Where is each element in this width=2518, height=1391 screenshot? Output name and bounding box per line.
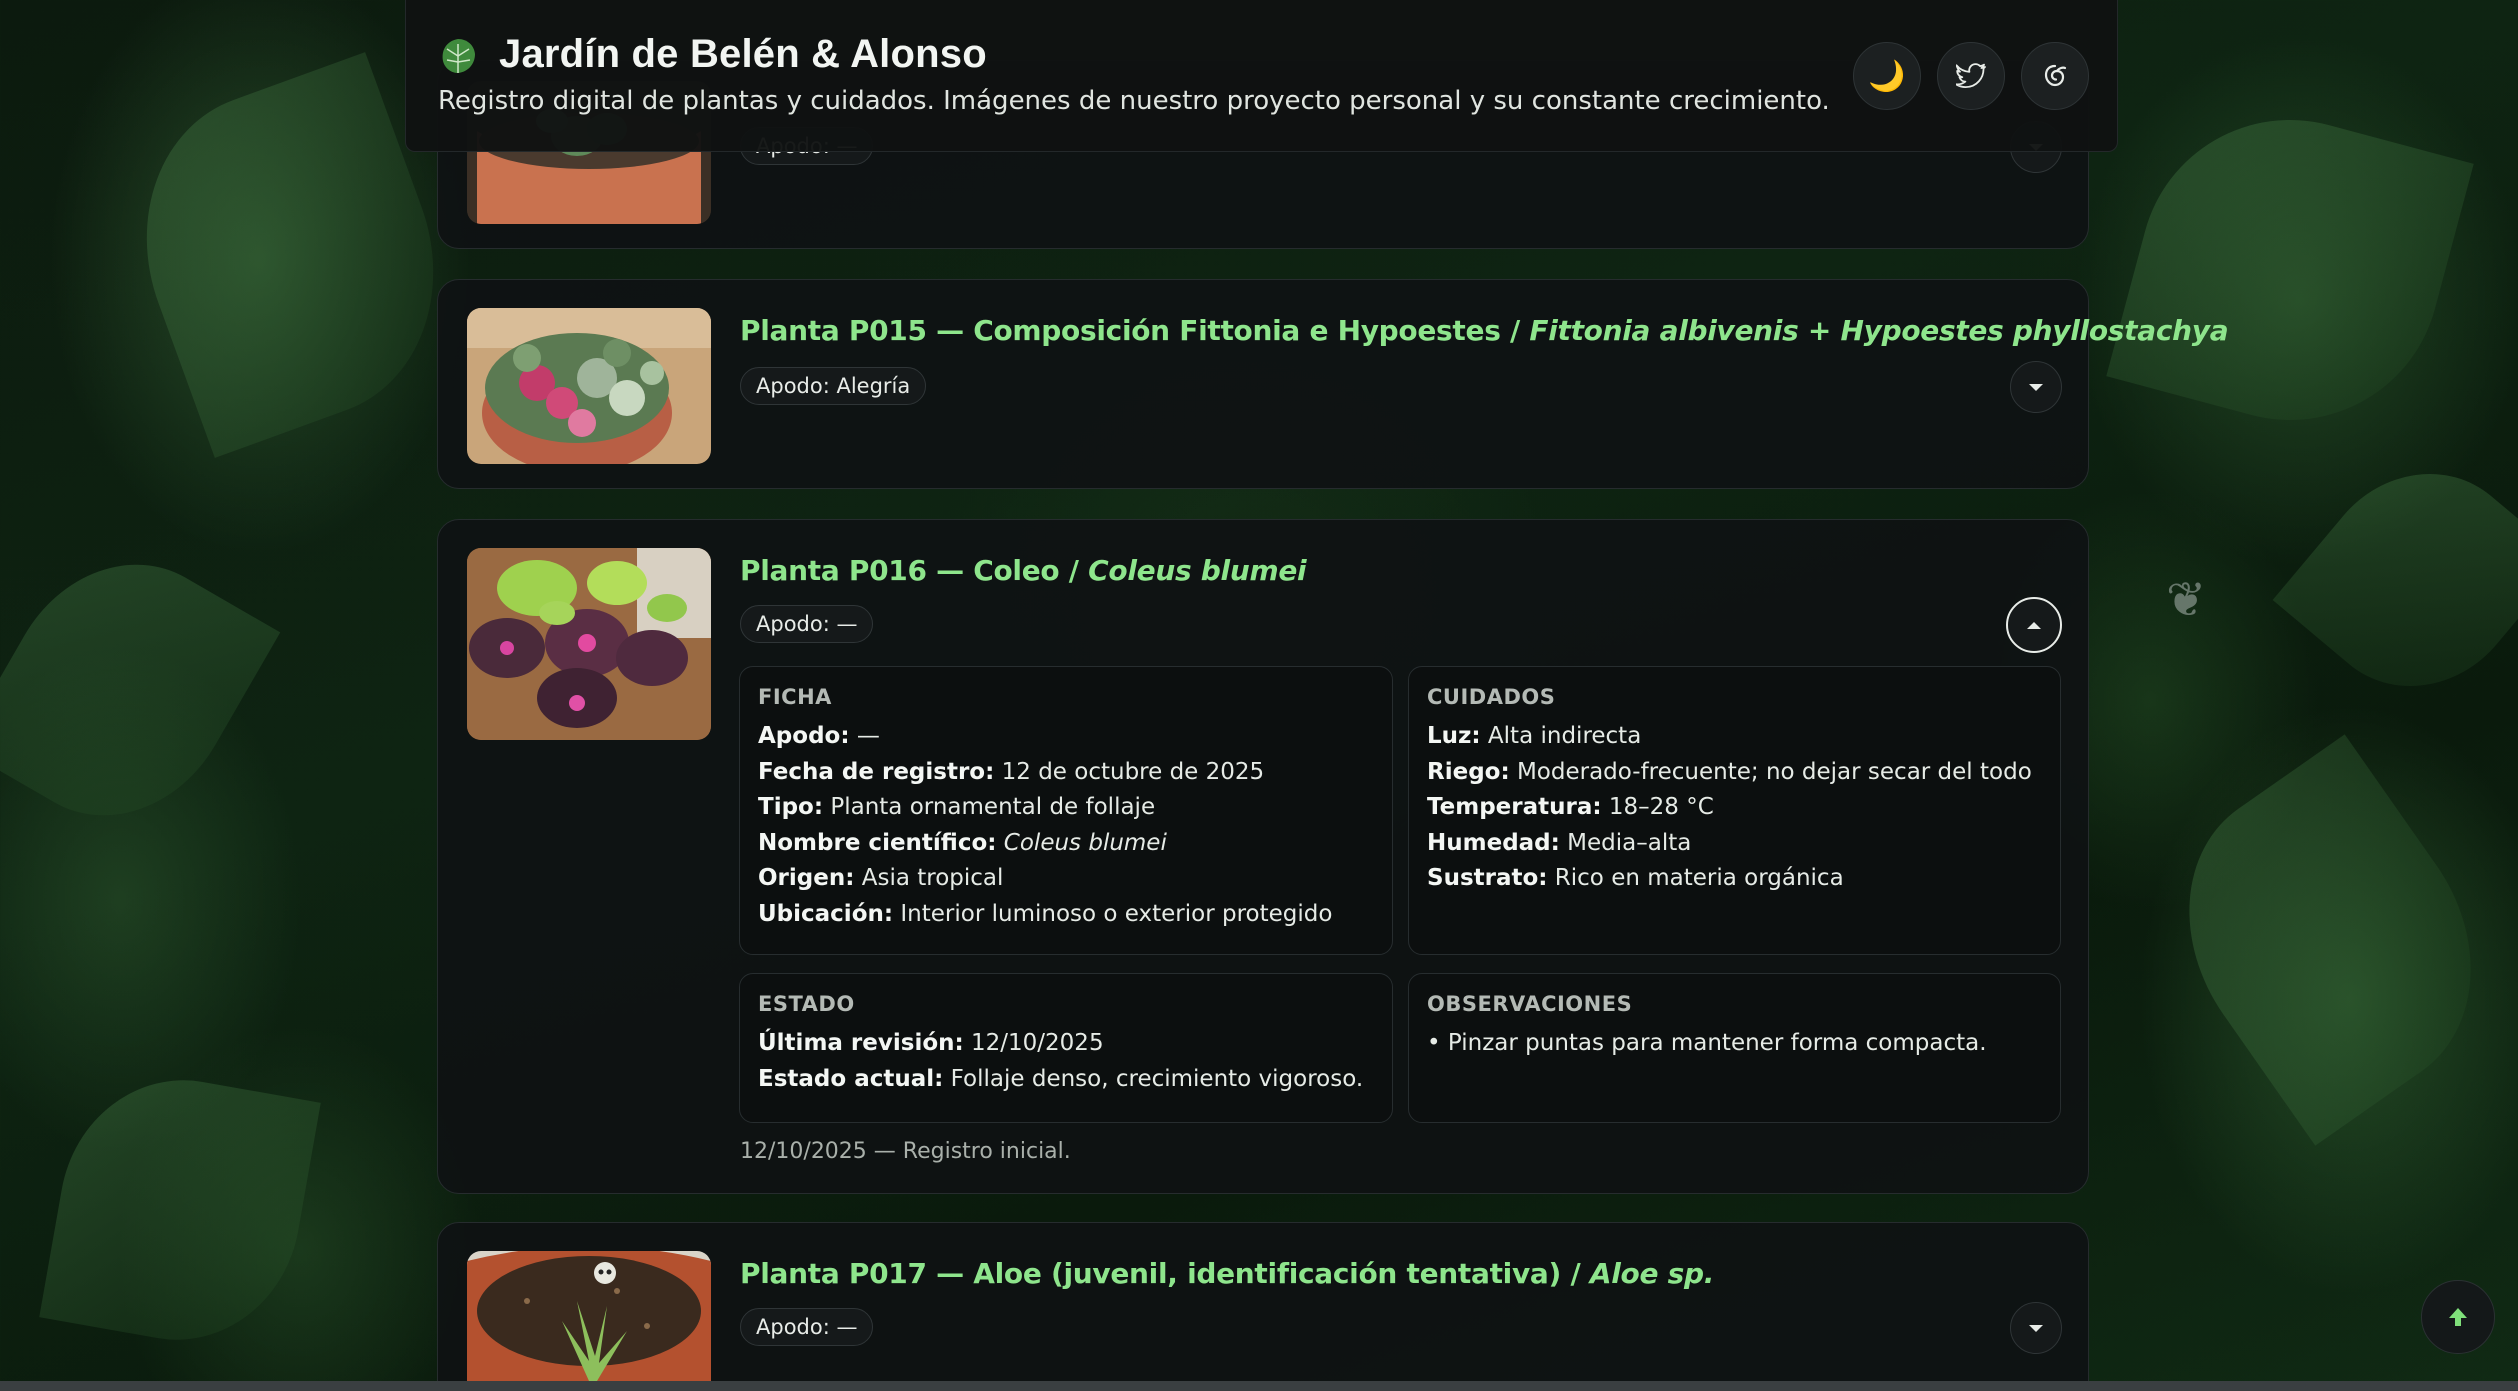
ficha-row: Fecha de registro: 12 de octubre de 2025 <box>758 758 1265 785</box>
cuidados-row: Luz: Alta indirecta <box>1427 723 1642 749</box>
cuidados-row: Temperatura: 18–28 °C <box>1427 794 1714 820</box>
collapse-toggle-button[interactable] <box>2006 597 2062 653</box>
page-title: Jardín de Belén & Alonso <box>499 32 987 76</box>
background-leaf <box>2272 431 2518 729</box>
chevron-down-icon <box>2029 383 2043 391</box>
plant-title: Planta P015 — Composición Fittonia e Hyp… <box>740 314 2229 347</box>
ficha-row: Tipo: Planta ornamental de follaje <box>758 794 1156 820</box>
plant-card-p017: Planta P017 — Aloe (juvenil, identificac… <box>437 1222 2089 1391</box>
chevron-up-icon <box>2027 621 2041 629</box>
ficha-panel: FICHA Apodo: — Fecha de registro: 12 de … <box>739 666 1393 955</box>
panel-heading: OBSERVACIONES <box>1427 992 1633 1016</box>
background-leaf <box>39 1061 321 1359</box>
expand-toggle-button[interactable] <box>2010 361 2062 413</box>
scientific-name: Fittonia albivenis + Hypoestes phyllosta… <box>1529 314 2229 347</box>
horizontal-scrollbar[interactable] <box>0 1381 2518 1391</box>
ficha-row: Ubicación: Interior luminoso o exterior … <box>758 900 1333 927</box>
cuidados-panel: CUIDADOS Luz: Alta indirecta Riego: Mode… <box>1408 666 2061 955</box>
scientific-name: Aloe sp. <box>1589 1257 1715 1290</box>
cuidados-row: Sustrato: Rico en materia orgánica <box>1427 865 1844 891</box>
panel-heading: FICHA <box>758 685 832 709</box>
panel-heading: CUIDADOS <box>1427 685 1556 709</box>
twitter-icon <box>1956 63 1986 88</box>
observation-item: • Pinzar puntas para mantener forma comp… <box>1427 1030 1987 1056</box>
plant-thumbnail[interactable] <box>467 1251 711 1391</box>
plant-thumbnail[interactable] <box>467 308 711 464</box>
chevron-down-icon <box>2029 1324 2043 1332</box>
back-to-top-button[interactable] <box>2421 1280 2495 1354</box>
observaciones-panel: OBSERVACIONES • Pinzar puntas para mante… <box>1408 973 2061 1123</box>
estado-row: Estado actual: Follaje denso, crecimient… <box>758 1065 1364 1092</box>
bluesky-button[interactable] <box>2021 42 2089 110</box>
scientific-name: Coleus blumei <box>1088 554 1307 587</box>
plant-thumbnail[interactable] <box>467 548 711 740</box>
ficha-row: Nombre científico: Coleus blumei <box>758 829 1167 856</box>
apodo-badge: Apodo: — <box>740 605 874 643</box>
plant-title: Planta P016 — Coleo / Coleus blumei <box>740 554 1307 587</box>
panel-heading: ESTADO <box>758 992 855 1016</box>
site-header: Jardín de Belén & Alonso Registro digita… <box>405 0 2118 152</box>
cuidados-row: Humedad: Media–alta <box>1427 829 1692 856</box>
background-leaf <box>0 522 281 858</box>
monstera-watermark-icon: ❦ <box>2166 572 2207 628</box>
background-leaf <box>2106 86 2474 454</box>
plant-card-p015: Planta P015 — Composición Fittonia e Hyp… <box>437 279 2229 489</box>
monstera-leaf-icon <box>438 36 478 83</box>
background-leaf <box>2131 734 2518 1146</box>
apodo-badge: Apodo: — <box>740 1308 874 1346</box>
expand-toggle-button[interactable] <box>2010 1302 2062 1354</box>
estado-row: Última revisión: 12/10/2025 <box>758 1030 1104 1056</box>
history-log: 12/10/2025 — Registro inicial. <box>740 1139 1071 1164</box>
ficha-row: Apodo: — <box>758 723 880 749</box>
twitter-button[interactable] <box>1937 42 2005 110</box>
plant-title: Planta P017 — Aloe (juvenil, identificac… <box>740 1257 1715 1290</box>
arrow-up-icon <box>2449 1308 2467 1326</box>
theme-toggle-button[interactable]: 🌙 <box>1853 42 1921 110</box>
cuidados-row: Riego: Moderado-frecuente; no dejar seca… <box>1427 758 2032 785</box>
ficha-row: Origen: Asia tropical <box>758 865 1004 891</box>
page-subtitle: Registro digital de plantas y cuidados. … <box>438 86 1830 116</box>
apodo-badge: Apodo: Alegría <box>740 367 927 405</box>
bluesky-icon <box>2044 64 2067 87</box>
estado-panel: ESTADO Última revisión: 12/10/2025 Estad… <box>739 973 1393 1123</box>
moon-icon: 🌙 <box>1868 58 1906 94</box>
plant-card-p016: Planta P016 — Coleo / Coleus blumei Apod… <box>437 519 2089 1194</box>
